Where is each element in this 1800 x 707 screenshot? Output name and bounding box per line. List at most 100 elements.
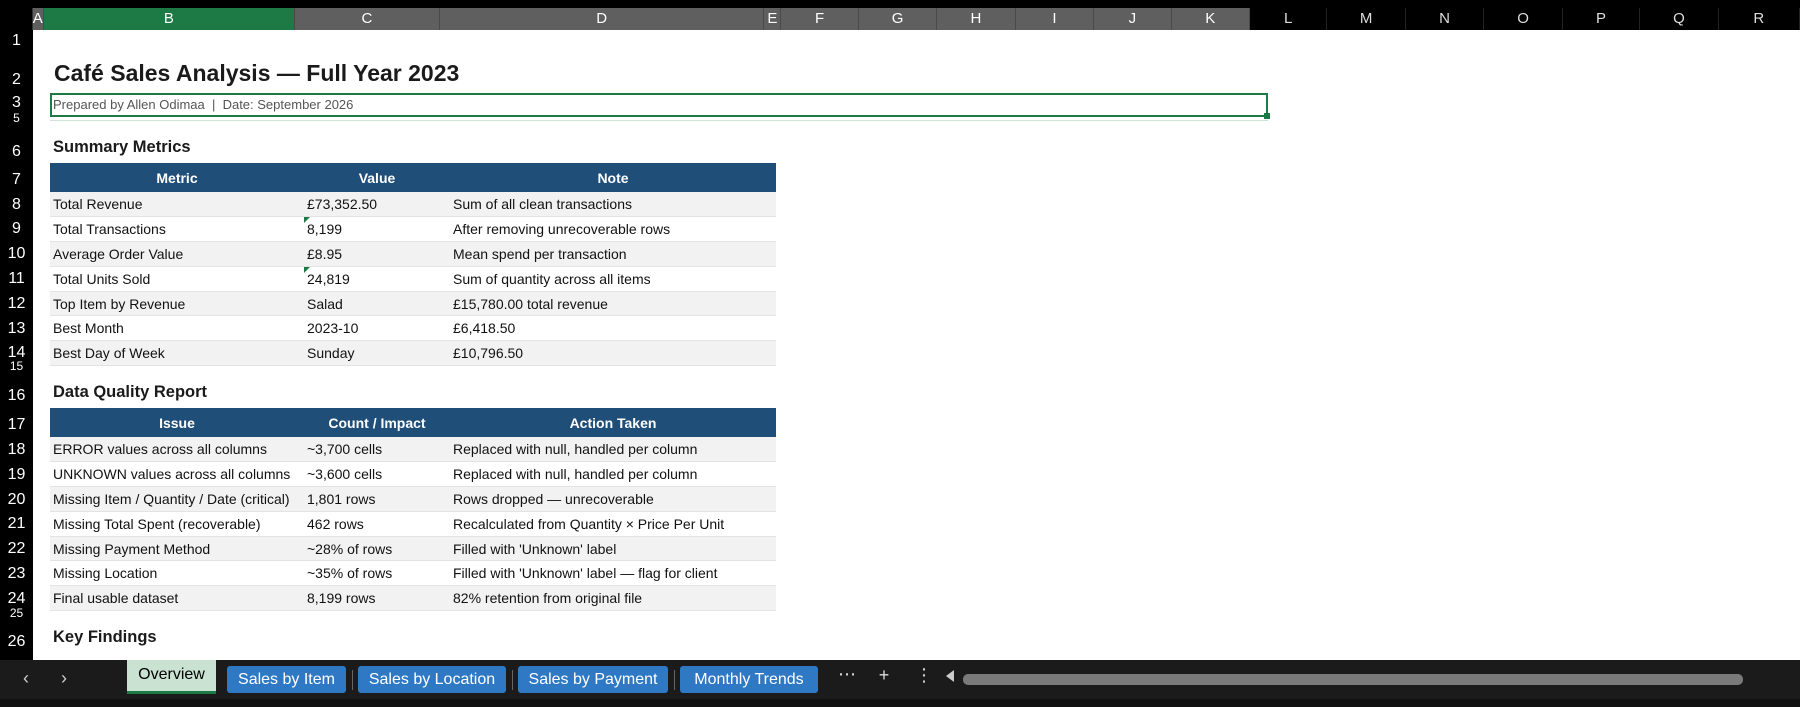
cell[interactable]: 1,801 rows [304,486,450,512]
row-header[interactable]: 19 [0,466,33,484]
header-note[interactable]: Note [450,163,776,192]
cell[interactable]: Mean spend per transaction [450,241,776,267]
row-header[interactable]: 17 [0,416,33,434]
row-header[interactable]: 9 [0,220,33,238]
cell[interactable]: After removing unrecoverable rows [450,216,776,243]
column-header-j[interactable]: J [1094,8,1172,30]
row-header[interactable]: 6 [0,143,33,161]
column-header-k[interactable]: K [1171,8,1250,30]
cell[interactable]: Missing Location [50,560,304,587]
cell[interactable]: ~28% of rows [304,536,450,562]
vertical-ellipsis-icon[interactable]: ⋮ [913,665,935,686]
column-header-b[interactable]: B [43,8,295,30]
row-header[interactable]: 26 [0,633,33,651]
cell[interactable]: £6,418.50 [450,315,776,342]
cell[interactable]: ~35% of rows [304,560,450,587]
column-header-p[interactable]: P [1562,8,1641,30]
cell[interactable]: Rows dropped — unrecoverable [450,486,776,512]
cell[interactable]: Total Units Sold [50,266,304,292]
row-header[interactable]: 2 [0,71,33,89]
ellipsis-icon[interactable]: ⋯ [836,664,858,685]
tab-monthly-trends[interactable]: Monthly Trends [680,666,818,693]
cell[interactable]: Missing Payment Method [50,536,304,562]
tab-sales-by-item[interactable]: Sales by Item [227,666,346,693]
cell[interactable]: Missing Item / Quantity / Date (critical… [50,486,304,512]
cell[interactable]: £15,780.00 total revenue [450,291,776,317]
column-header-e[interactable]: E [764,8,782,30]
row-header[interactable]: 25 [0,606,33,620]
plus-icon[interactable]: + [873,665,895,686]
cell[interactable]: Sum of all clean transactions [450,192,776,218]
cell[interactable]: £8.95 [304,241,450,267]
header-value[interactable]: Value [304,163,450,192]
report-title[interactable]: Café Sales Analysis — Full Year 2023 [54,60,459,87]
cell[interactable]: 8,199 rows [304,585,450,612]
cell[interactable]: Filled with 'Unknown' label — flag for c… [450,560,776,587]
cell[interactable]: Recalculated from Quantity × Price Per U… [450,511,776,537]
cell[interactable]: Top Item by Revenue [50,291,304,317]
header-count[interactable]: Count / Impact [304,408,450,437]
row-header[interactable]: 8 [0,196,33,214]
row-header[interactable]: 15 [0,359,33,373]
cell[interactable]: 24,819 [304,266,450,292]
column-header-g[interactable]: G [858,8,938,30]
column-header-h[interactable]: H [937,8,1016,30]
select-all-corner[interactable] [0,8,33,30]
cell[interactable]: Best Day of Week [50,340,304,367]
cell[interactable]: Final usable dataset [50,585,304,612]
cell[interactable]: Best Month [50,315,304,342]
cell[interactable]: £73,352.50 [304,192,450,218]
row-header[interactable]: 3 [0,94,33,112]
column-header-a[interactable]: A [32,8,44,30]
column-header-f[interactable]: F [781,8,859,30]
cell[interactable]: £10,796.50 [450,340,776,367]
row-header[interactable]: 21 [0,515,33,533]
cell[interactable]: ERROR values across all columns [50,437,304,463]
row-header[interactable]: 22 [0,540,33,558]
row-header[interactable]: 5 [0,111,33,125]
cell[interactable]: ~3,700 cells [304,437,450,463]
tab-sales-by-payment[interactable]: Sales by Payment [518,666,668,693]
fill-handle[interactable] [1264,113,1270,119]
cell[interactable]: Missing Total Spent (recoverable) [50,511,304,537]
row-header[interactable]: 16 [0,387,33,405]
chevron-right-icon[interactable]: › [54,668,74,689]
column-header-c[interactable]: C [294,8,440,30]
cell[interactable]: Replaced with null, handled per column [450,437,776,463]
row-header[interactable]: 12 [0,295,33,313]
chevron-left-icon[interactable]: ‹ [16,668,36,689]
row-header[interactable]: 10 [0,245,33,263]
row-header[interactable]: 11 [0,270,33,288]
cell[interactable]: Average Order Value [50,241,304,267]
cell[interactable]: Replaced with null, handled per column [450,461,776,488]
cell[interactable]: UNKNOWN values across all columns [50,461,304,488]
cell[interactable]: 462 rows [304,511,450,537]
column-header-n[interactable]: N [1405,8,1485,30]
cell[interactable]: Filled with 'Unknown' label [450,536,776,562]
cell[interactable]: Sum of quantity across all items [450,266,776,292]
column-header-l[interactable]: L [1250,8,1328,30]
cell[interactable]: ~3,600 cells [304,461,450,488]
cell[interactable]: 2023-10 [304,315,450,342]
cell[interactable]: Total Transactions [50,216,304,243]
row-header[interactable]: 23 [0,565,33,583]
column-header-q[interactable]: Q [1640,8,1719,30]
column-header-d[interactable]: D [439,8,765,30]
scroll-left-icon[interactable] [946,670,954,682]
tab-overview[interactable]: Overview [127,660,216,694]
row-header[interactable]: 20 [0,491,33,509]
header-metric[interactable]: Metric [50,163,304,192]
cell[interactable]: 8,199 [304,216,450,243]
header-issue[interactable]: Issue [50,408,304,437]
column-header-i[interactable]: I [1015,8,1095,30]
cell[interactable]: Sunday [304,340,450,367]
cell[interactable]: 82% retention from original file [450,585,776,612]
worksheet-grid[interactable]: Café Sales Analysis — Full Year 2023 Pre… [33,30,1800,660]
header-action[interactable]: Action Taken [450,408,776,437]
row-header[interactable]: 13 [0,320,33,338]
column-header-r[interactable]: R [1718,8,1800,30]
column-header-o[interactable]: O [1484,8,1563,30]
row-header[interactable]: 7 [0,171,33,189]
row-header[interactable]: 18 [0,441,33,459]
cell[interactable]: Salad [304,291,450,317]
